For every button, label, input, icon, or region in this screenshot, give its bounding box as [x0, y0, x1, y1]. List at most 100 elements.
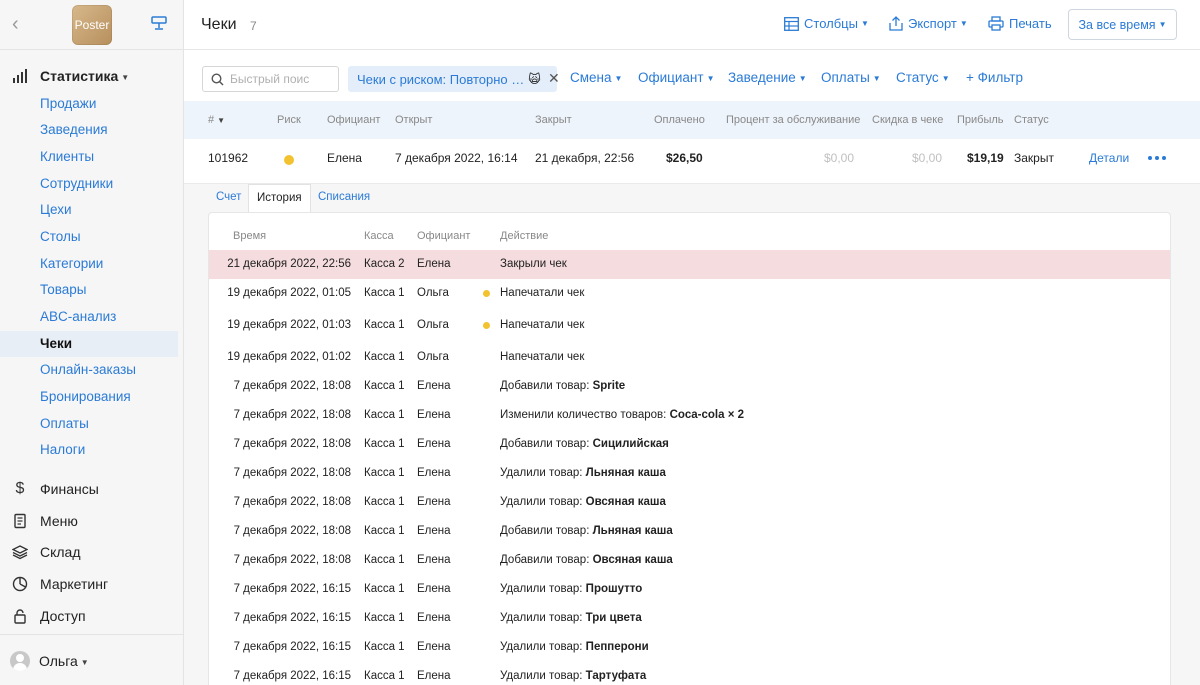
col-header-risk[interactable]: Риск — [277, 114, 301, 126]
sidebar-item-venues[interactable]: Заведения — [0, 117, 178, 143]
col-header-status[interactable]: Статус — [1014, 114, 1049, 126]
sidebar: ‹ Poster Статистика ▼ Продажи Заведения К… — [0, 0, 184, 685]
columns-button[interactable]: Столбцы ▼ — [784, 16, 869, 31]
sidebar-item-employees[interactable]: Сотрудники — [0, 171, 178, 197]
history-col-time: Время — [233, 230, 267, 242]
filter-label: Оплаты — [821, 70, 870, 85]
history-action-text: Добавили товар: — [500, 554, 593, 566]
sidebar-item-products[interactable]: Товары — [0, 277, 178, 303]
col-header-discount[interactable]: Скидка в чеке — [872, 114, 943, 126]
tab-history[interactable]: История — [248, 184, 311, 212]
sidebar-item-tables[interactable]: Столы — [0, 224, 178, 250]
sidebar-section-stats[interactable]: Статистика ▼ — [0, 63, 184, 89]
receipts-count: 7 — [250, 19, 257, 33]
col-header-waiter[interactable]: Официант — [327, 114, 380, 126]
sidebar-item-taxes[interactable]: Налоги — [0, 437, 178, 463]
search-input[interactable] — [230, 72, 330, 86]
sidebar-top: ‹ Poster — [0, 0, 183, 50]
history-row: 19 декабря 2022, 01:02 Касса 1 Ольга Напеча… — [209, 343, 1170, 372]
history-till: Касса 1 — [364, 583, 405, 595]
history-waiter: Елена — [417, 467, 451, 479]
history-item: Coca-cola × 2 — [669, 409, 745, 421]
risk-filter-label: Чеки с риском: Повторно … — [357, 71, 525, 87]
receipt-id: 101962 — [208, 151, 249, 165]
print-label: Печать — [1009, 16, 1052, 31]
user-menu[interactable]: Ольга ▼ — [0, 634, 184, 685]
search-box[interactable] — [202, 66, 339, 92]
risk-filter-chip[interactable]: Чеки с риском: Повторно … 🙀 — [348, 66, 557, 92]
filter-payments[interactable]: Оплаты ▼ — [821, 70, 881, 85]
col-header-id[interactable]: # ▼ — [208, 114, 225, 126]
history-action-text: Изменили количество товаров: — [500, 409, 670, 421]
sidebar-section-warehouse[interactable]: Склад — [0, 539, 184, 565]
close-icon[interactable]: ✕ — [548, 70, 560, 87]
history-waiter: Елена — [417, 525, 451, 537]
sidebar-item-abc[interactable]: ABC-анализ — [0, 304, 178, 330]
sidebar-item-online-orders[interactable]: Онлайн-заказы — [0, 357, 178, 383]
history-till: Касса 1 — [364, 351, 405, 363]
history-time: 7 декабря 2022, 16:15 — [233, 612, 351, 624]
sidebar-item-categories[interactable]: Категории — [0, 251, 178, 277]
receipt-closed: 21 декабря, 22:56 — [535, 151, 635, 165]
sidebar-section-marketing[interactable]: Маркетинг — [0, 571, 184, 597]
receipt-discount: $0,00 — [912, 151, 943, 165]
history-waiter: Елена — [417, 641, 451, 653]
caret-down-icon: ▼ — [1158, 20, 1167, 29]
tab-bill[interactable]: Счет — [208, 184, 249, 212]
history-action-text: Удалили товар: — [500, 612, 586, 624]
col-header-closed[interactable]: Закрыт — [535, 114, 572, 126]
filter-shift[interactable]: Смена ▼ — [570, 70, 622, 85]
details-link[interactable]: Детали — [1089, 151, 1129, 165]
date-range-button[interactable]: За все время ▼ — [1068, 9, 1177, 40]
history-action: Изменили количество товаров: Coca-cola ×… — [500, 409, 744, 421]
back-arrow-icon[interactable]: ‹ — [12, 14, 26, 34]
sidebar-item-clients[interactable]: Клиенты — [0, 144, 178, 170]
sidebar-item-bookings[interactable]: Бронирования — [0, 384, 178, 410]
kiosk-icon[interactable] — [150, 14, 170, 34]
sidebar-item-workshops[interactable]: Цехи — [0, 197, 178, 223]
history-time: 19 декабря 2022, 01:02 — [227, 351, 351, 363]
export-button[interactable]: Экспорт ▼ — [889, 16, 968, 31]
receipt-waiter: Елена — [327, 151, 362, 165]
caret-down-icon: ▼ — [706, 73, 715, 83]
sidebar-section-finance[interactable]: $ Финансы — [0, 476, 184, 502]
table-row[interactable]: 101962 Елена 7 декабря 2022, 16:14 21 де… — [184, 139, 1200, 184]
history-action: Удалили товар: Прошутто — [500, 583, 642, 595]
brand-logo[interactable]: Poster — [72, 5, 112, 45]
history-item: Sprite — [592, 380, 626, 392]
history-row: 19 декабря 2022, 01:05 Касса 1 Ольга Напеча… — [209, 279, 1170, 308]
sidebar-item-payments[interactable]: Оплаты — [0, 411, 178, 437]
history-row: 7 декабря 2022, 16:15 Касса 1 Елена Удалили… — [209, 575, 1170, 604]
sidebar-item-receipts[interactable]: Чеки — [0, 331, 178, 357]
print-button[interactable]: Печать — [988, 16, 1052, 31]
sidebar-section-access[interactable]: Доступ — [0, 603, 184, 629]
filter-waiter[interactable]: Официант ▼ — [638, 70, 715, 85]
history-action: Удалили товар: Три цвета — [500, 612, 642, 624]
history-action-text: Удалили товар: — [500, 670, 586, 682]
caret-down-icon: ▼ — [80, 657, 89, 667]
tab-writeoffs[interactable]: Списания — [310, 184, 378, 212]
col-header-service[interactable]: Процент за обслуживание — [726, 114, 860, 126]
filter-status[interactable]: Статус ▼ — [896, 70, 950, 85]
history-waiter: Ольга — [417, 319, 449, 331]
sidebar-section-menu[interactable]: Меню — [0, 508, 184, 534]
history-waiter: Елена — [417, 409, 451, 421]
filter-venue[interactable]: Заведение ▼ — [728, 70, 807, 85]
history-item: Овсяная каша — [592, 554, 673, 566]
history-time: 7 декабря 2022, 16:15 — [233, 670, 351, 682]
history-row: 19 декабря 2022, 01:03 Касса 1 Ольга Напеча… — [209, 311, 1170, 340]
col-header-paid[interactable]: Оплачено — [654, 114, 705, 126]
col-header-profit[interactable]: Прибыль — [957, 114, 1004, 126]
history-time: 7 декабря 2022, 18:08 — [233, 380, 351, 392]
history-till: Касса 2 — [364, 258, 405, 270]
history-till: Касса 1 — [364, 319, 405, 331]
history-action-text: Добавили товар: — [500, 380, 593, 392]
more-icon[interactable] — [1148, 156, 1166, 160]
receipt-service: $0,00 — [824, 151, 855, 165]
sidebar-section-label: Доступ — [40, 608, 86, 624]
sidebar-item-sales[interactable]: Продажи — [0, 91, 178, 117]
add-filter-button[interactable]: + Фильтр — [966, 70, 1023, 85]
col-header-opened[interactable]: Открыт — [395, 114, 432, 126]
history-item: Пепперони — [585, 641, 649, 653]
history-waiter: Елена — [417, 554, 451, 566]
